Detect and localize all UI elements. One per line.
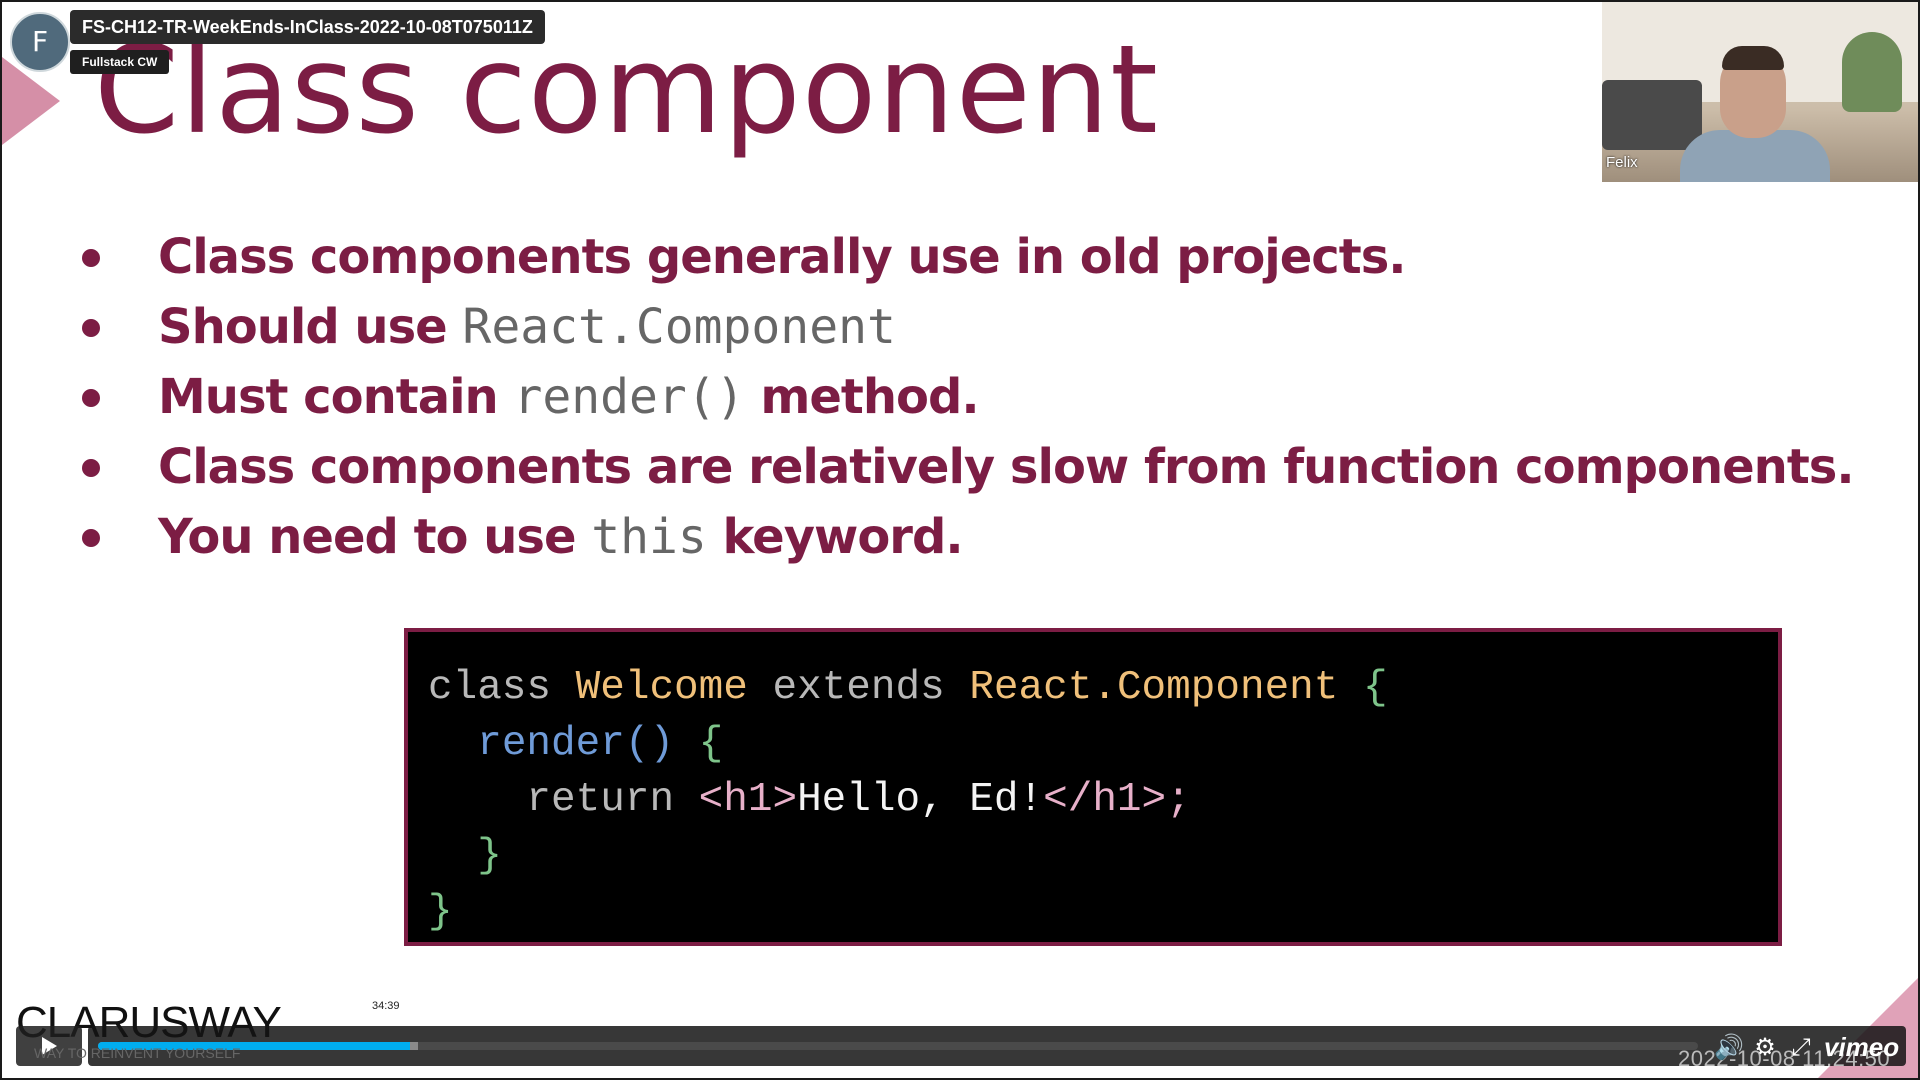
code-keyword: class — [428, 665, 552, 711]
bullet-text: You need to use — [158, 509, 592, 565]
gear-icon[interactable]: ⚙ — [1752, 1034, 1778, 1060]
code-brace: { — [1363, 665, 1388, 711]
channel-name[interactable]: Fullstack CW — [70, 50, 170, 74]
code-line: render() { — [428, 716, 1778, 772]
bullet-dot — [82, 529, 100, 547]
bullet-text: Class components are relatively slow fro… — [158, 439, 1855, 495]
code-line: } — [428, 884, 1778, 940]
webcam-sofa — [1602, 80, 1702, 150]
code-keyword: extends — [772, 665, 945, 711]
bullet-text: Must contain — [158, 369, 514, 425]
hover-time-tooltip: 34:39 — [366, 996, 406, 1021]
presenter-hair — [1722, 46, 1784, 70]
bullet-text: keyword. — [706, 509, 964, 565]
control-bar — [88, 1026, 1906, 1066]
code-line: } — [428, 828, 1778, 884]
bullet-item: Must contain render() method. — [76, 362, 1876, 432]
code-class-name: Welcome — [575, 665, 748, 711]
bullet-dot — [82, 459, 100, 477]
bullet-dot — [82, 319, 100, 337]
bullet-text: method. — [744, 369, 979, 425]
bullet-item: Class components generally use in old pr… — [76, 222, 1876, 292]
collapse-icon[interactable]: ⤢ — [1788, 1034, 1814, 1060]
code-tag: </h1>; — [1043, 777, 1191, 823]
code-brace: { — [698, 721, 724, 767]
code-block: class Welcome extends React.Component { … — [404, 628, 1782, 946]
bullet-code: this — [591, 509, 707, 565]
volume-icon[interactable]: 🔊 — [1714, 1034, 1744, 1060]
video-title[interactable]: FS-CH12-TR-WeekEnds-InClass-2022-10-08T0… — [70, 10, 545, 44]
code-brace: } — [428, 889, 453, 935]
webcam-feed: Felix — [1602, 2, 1918, 182]
code-tag: <h1> — [698, 777, 798, 823]
brand-tagline: WAY TO REINVENT YOURSELF — [34, 1045, 241, 1061]
bullet-code: render() — [513, 369, 745, 425]
code-text: Hello, Ed! — [797, 777, 1044, 823]
vimeo-logo[interactable]: vimeo — [1824, 1032, 1899, 1063]
code-brace: } — [477, 833, 502, 879]
bullet-text: Class components generally use in old pr… — [158, 229, 1406, 285]
code-function: render() — [477, 721, 675, 767]
channel-avatar[interactable]: F — [10, 12, 70, 72]
code-line: return <h1>Hello, Ed!</h1>; — [428, 772, 1778, 828]
video-frame: Class component Class components general… — [0, 0, 1920, 1080]
participant-name: Felix — [1606, 154, 1638, 171]
player-controls — [16, 1026, 1906, 1066]
bullet-item: Class components are relatively slow fro… — [76, 432, 1876, 502]
webcam-plant — [1842, 32, 1902, 112]
bullet-text: Should use — [158, 299, 463, 355]
bullet-list: Class components generally use in old pr… — [76, 222, 1876, 572]
bullet-item: Should use React.Component — [76, 292, 1876, 362]
bullet-code: React.Component — [462, 299, 896, 355]
code-line: class Welcome extends React.Component { — [428, 660, 1778, 716]
code-keyword: return — [526, 777, 675, 823]
bullet-dot — [82, 389, 100, 407]
progress-track[interactable] — [98, 1042, 1698, 1050]
mouse-cursor — [1020, 660, 1026, 674]
bullet-item: You need to use this keyword. — [76, 502, 1876, 572]
bullet-dot — [82, 249, 100, 267]
